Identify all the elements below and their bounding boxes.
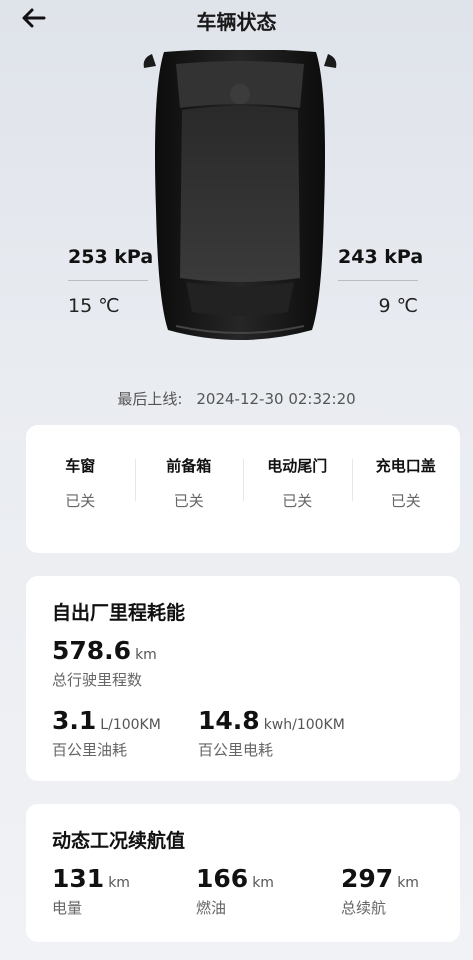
metric-unit: km — [108, 875, 130, 891]
last-online-label: 最后上线: — [117, 390, 183, 408]
status-label: 车窗 — [65, 457, 96, 475]
metric-label: 百公里电耗 — [198, 741, 274, 759]
status-value: 已关 — [390, 492, 421, 510]
status-label: 充电口盖 — [375, 457, 436, 475]
status-item-window[interactable]: 车窗 已关 — [26, 455, 135, 553]
dynamic-range-card: 动态工况续航值 131 km 电量 166 km 燃油 297 km 总续航 — [26, 804, 460, 942]
electric-range: 131 km 电量 — [52, 864, 130, 918]
total-range: 297 km 总续航 — [341, 864, 419, 918]
metric-value: 131 — [52, 864, 105, 893]
status-value: 已关 — [282, 492, 313, 510]
status-label: 电动尾门 — [267, 457, 328, 475]
metric-unit: kwh/100KM — [263, 717, 345, 733]
metric-label: 总续航 — [341, 899, 387, 917]
last-online-value: 2024-12-30 02:32:20 — [196, 390, 356, 408]
metric-label: 总行驶里程数 — [52, 671, 143, 689]
last-online: 最后上线: 2024-12-30 02:32:20 — [0, 388, 473, 409]
status-item-frunk[interactable]: 前备箱 已关 — [134, 455, 244, 553]
card-title: 自出厂里程耗能 — [52, 602, 186, 624]
metric-label: 百公里油耗 — [52, 741, 128, 759]
metric-value: 3.1 — [52, 706, 97, 735]
vehicle-status-card: 车窗 已关 前备箱 已关 电动尾门 已关 充电口盖 已关 — [26, 425, 460, 553]
power-consumption: 14.8 kwh/100KM 百公里电耗 — [198, 706, 345, 760]
status-label: 前备箱 — [166, 457, 212, 475]
front-left-tire-info: 253 kPa 15 ℃ — [68, 246, 154, 317]
metric-value: 166 — [196, 864, 249, 893]
metric-unit: km — [252, 875, 274, 891]
front-left-tire-pressure: 253 kPa — [68, 246, 154, 268]
metric-label: 燃油 — [196, 899, 227, 917]
metric-label: 电量 — [52, 899, 83, 917]
fuel-consumption: 3.1 L/100KM 百公里油耗 — [52, 706, 161, 760]
status-value: 已关 — [173, 492, 204, 510]
fuel-range: 166 km 燃油 — [196, 864, 274, 918]
car-top-view-image — [143, 50, 337, 340]
header: 车辆状态 — [0, 0, 473, 36]
divider — [338, 280, 418, 281]
status-value: 已关 — [65, 492, 96, 510]
metric-value: 297 — [341, 864, 394, 893]
mileage-energy-card: 自出厂里程耗能 578.6 km 总行驶里程数 3.1 L/100KM 百公里油耗 … — [26, 576, 460, 781]
metric-value: 14.8 — [198, 706, 260, 735]
page-title: 车辆状态 — [196, 10, 277, 34]
front-right-tire-temperature: 9 ℃ — [378, 295, 418, 317]
divider — [68, 280, 148, 281]
total-mileage: 578.6 km 总行驶里程数 — [52, 636, 157, 690]
metric-unit: L/100KM — [100, 717, 161, 733]
metric-unit: km — [397, 875, 419, 891]
metric-value: 578.6 — [52, 636, 132, 665]
front-right-tire-pressure: 243 kPa — [338, 246, 424, 268]
status-item-charge-port[interactable]: 充电口盖 已关 — [351, 455, 461, 553]
front-left-tire-temperature: 15 ℃ — [68, 295, 120, 317]
metric-unit: km — [135, 647, 157, 663]
card-title: 动态工况续航值 — [52, 830, 186, 852]
status-item-tailgate[interactable]: 电动尾门 已关 — [243, 455, 352, 553]
car-visual-area: 253 kPa 15 ℃ 243 kPa 9 ℃ — [0, 40, 473, 380]
front-right-tire-info: 243 kPa 9 ℃ — [338, 246, 424, 317]
